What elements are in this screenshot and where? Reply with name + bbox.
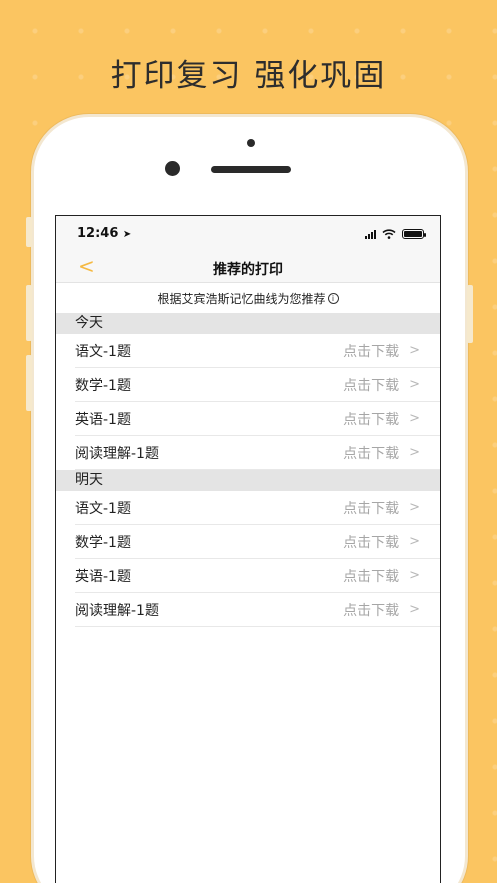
download-link[interactable]: 点击下载	[343, 566, 399, 586]
chevron-right-icon: >	[409, 568, 420, 583]
chevron-right-icon: >	[409, 411, 420, 426]
list-item[interactable]: 阅读理解-1题 点击下载 >	[75, 593, 440, 627]
nav-bar: < 推荐的打印	[56, 253, 440, 283]
section-header-tomorrow: 明天	[56, 470, 440, 491]
section-today: 今天 语文-1题 点击下载 > 数学-1题 点击下载 > 英语-1题 点击下载 > 阅…	[56, 313, 440, 470]
status-bar: 12:46 ➤	[56, 216, 440, 253]
chevron-right-icon: >	[409, 377, 420, 392]
phone-mute-switch	[26, 217, 32, 247]
recommendation-text: 根据艾宾浩斯记忆曲线为您推荐	[157, 291, 326, 306]
section-tomorrow: 明天 语文-1题 点击下载 > 数学-1题 点击下载 > 英语-1题 点击下载 > 阅…	[56, 470, 440, 627]
item-label: 数学-1题	[75, 534, 131, 551]
phone-speaker	[211, 166, 291, 173]
section-header-today: 今天	[56, 313, 440, 334]
status-time: 12:46 ➤	[77, 226, 132, 241]
download-link[interactable]: 点击下载	[343, 375, 399, 395]
phone-power-button	[467, 285, 473, 343]
download-link[interactable]: 点击下载	[343, 341, 399, 361]
status-icons	[365, 229, 426, 239]
item-label: 语文-1题	[75, 343, 131, 360]
signal-icon	[365, 229, 376, 239]
list-item[interactable]: 数学-1题 点击下载 >	[75, 368, 440, 402]
list-item[interactable]: 语文-1题 点击下载 >	[75, 491, 440, 525]
download-link[interactable]: 点击下载	[343, 409, 399, 429]
phone-volume-up	[26, 285, 32, 341]
item-label: 阅读理解-1题	[75, 445, 159, 462]
list-item[interactable]: 英语-1题 点击下载 >	[75, 559, 440, 593]
list-item[interactable]: 阅读理解-1题 点击下载 >	[75, 436, 440, 470]
phone-volume-down	[26, 355, 32, 411]
item-label: 英语-1题	[75, 568, 131, 585]
phone-camera	[165, 161, 180, 176]
chevron-right-icon: >	[409, 445, 420, 460]
recommendation-note: 根据艾宾浩斯记忆曲线为您推荐 i	[56, 283, 440, 313]
item-label: 英语-1题	[75, 411, 131, 428]
chevron-right-icon: >	[409, 343, 420, 358]
chevron-right-icon: >	[409, 500, 420, 515]
item-label: 语文-1题	[75, 500, 131, 517]
page-title: 推荐的打印	[213, 262, 283, 278]
app-screen: 12:46 ➤ < 推荐的打印 根据艾宾浩斯记忆曲线为您推荐 i 今天 语文-1…	[55, 215, 441, 883]
list-item[interactable]: 数学-1题 点击下载 >	[75, 525, 440, 559]
download-link[interactable]: 点击下载	[343, 498, 399, 518]
download-link[interactable]: 点击下载	[343, 532, 399, 552]
battery-icon	[402, 229, 426, 239]
item-label: 数学-1题	[75, 377, 131, 394]
promo-headline: 打印复习 强化巩固	[110, 58, 387, 94]
list-item[interactable]: 语文-1题 点击下载 >	[75, 334, 440, 368]
item-label: 阅读理解-1题	[75, 602, 159, 619]
wifi-icon	[382, 229, 396, 239]
download-link[interactable]: 点击下载	[343, 443, 399, 463]
info-icon[interactable]: i	[327, 292, 339, 304]
chevron-right-icon: >	[409, 602, 420, 617]
download-link[interactable]: 点击下载	[343, 600, 399, 620]
phone-sensor	[247, 139, 255, 147]
list-item[interactable]: 英语-1题 点击下载 >	[75, 402, 440, 436]
chevron-right-icon: >	[409, 534, 420, 549]
location-arrow-icon: ➤	[122, 229, 132, 240]
